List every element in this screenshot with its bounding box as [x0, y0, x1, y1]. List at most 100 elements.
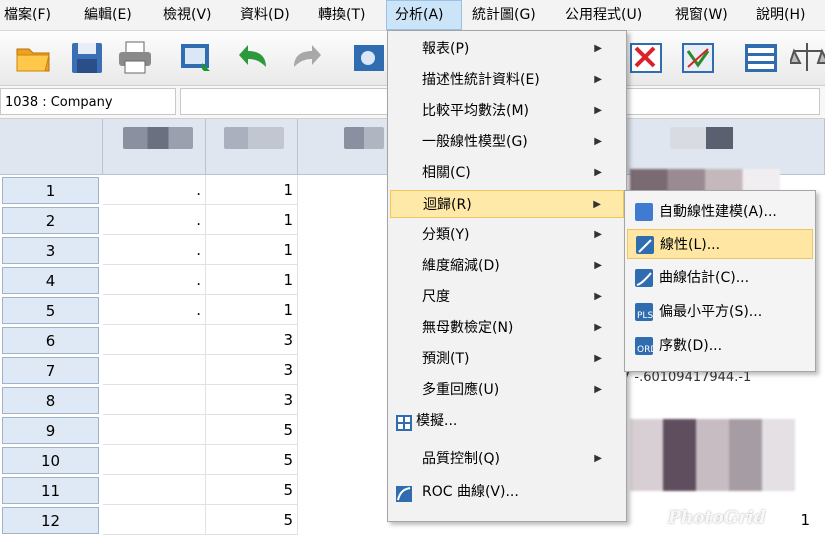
table-cell[interactable]: . [103, 205, 206, 235]
menu-graphs[interactable]: 統計圖(G) [472, 0, 536, 30]
menu-item-descriptive-statistics[interactable]: 描述性統計資料(E) ▶ [390, 66, 624, 94]
table-cell[interactable] [103, 475, 206, 505]
regression-submenu: 自動線性建模(A)... 線性(L)... 曲線估計(C)... PLS 偏最小… [624, 190, 816, 372]
row-header[interactable]: 2 [2, 207, 99, 234]
table-cell[interactable]: . [103, 175, 206, 205]
table-cell[interactable]: . [103, 235, 206, 265]
chevron-right-icon: ▶ [594, 74, 602, 85]
menu-view[interactable]: 檢視(V) [163, 0, 212, 30]
menu-item-simulation[interactable]: 模擬... [390, 407, 624, 435]
open-folder-icon[interactable] [14, 39, 52, 77]
table-cell[interactable] [103, 325, 206, 355]
menu-edit[interactable]: 編輯(E) [84, 0, 132, 30]
table-cell[interactable]: 5 [206, 475, 298, 505]
menu-item-reports[interactable]: 報表(P) ▶ [390, 35, 624, 63]
value-labels-icon[interactable] [742, 39, 780, 77]
table-cell[interactable] [103, 445, 206, 475]
table-cell[interactable]: 1 [206, 235, 298, 265]
undo-icon[interactable] [236, 39, 274, 77]
row-header[interactable]: 5 [2, 297, 99, 324]
table-cell[interactable]: 1 [206, 175, 298, 205]
recall-dialog-icon[interactable] [178, 39, 216, 77]
menu-item-roc-curve[interactable]: ROC 曲線(V)... [390, 478, 624, 506]
row-header[interactable]: 7 [2, 357, 99, 384]
chevron-right-icon: ▶ [594, 105, 602, 116]
grid-corner[interactable] [0, 119, 103, 175]
split-file-icon[interactable] [628, 39, 666, 77]
chevron-right-icon: ▶ [594, 453, 602, 464]
row-header[interactable]: 9 [2, 417, 99, 444]
chevron-right-icon: ▶ [593, 199, 601, 210]
column-header[interactable] [103, 119, 206, 175]
table-cell[interactable]: 5 [206, 445, 298, 475]
menu-item-automatic-linear-modeling[interactable]: 自動線性建模(A)... [627, 197, 813, 227]
table-cell[interactable]: 1 [206, 265, 298, 295]
auto-linear-icon [635, 203, 653, 221]
menu-item-curve-estimation[interactable]: 曲線估計(C)... [627, 263, 813, 293]
menu-item-correlate[interactable]: 相關(C) ▶ [390, 159, 624, 187]
chevron-right-icon: ▶ [594, 43, 602, 54]
chevron-right-icon: ▶ [594, 260, 602, 271]
blurred-header-text [224, 127, 284, 149]
ordinal-regression-icon: ORD [635, 337, 657, 355]
table-cell[interactable]: 5 [206, 415, 298, 445]
table-cell[interactable] [103, 415, 206, 445]
curve-estimation-icon [635, 269, 653, 287]
column-header[interactable] [620, 119, 825, 175]
table-cell[interactable]: 3 [206, 385, 298, 415]
chevron-right-icon: ▶ [594, 167, 602, 178]
scale-icon[interactable] [788, 39, 825, 77]
column-header[interactable] [206, 119, 298, 175]
table-cell[interactable]: 1 [206, 295, 298, 325]
table-cell[interactable]: 3 [206, 325, 298, 355]
row-header[interactable]: 11 [2, 477, 99, 504]
save-icon[interactable] [68, 39, 106, 77]
menu-transform[interactable]: 轉換(T) [318, 0, 365, 30]
table-cell[interactable]: 3 [206, 355, 298, 385]
column-header[interactable] [298, 119, 390, 175]
row-header[interactable]: 10 [2, 447, 99, 474]
linear-regression-icon [636, 236, 654, 254]
menu-item-partial-least-squares[interactable]: PLS 偏最小平方(S)... [627, 297, 813, 327]
menu-item-dimension-reduction[interactable]: 維度縮減(D) ▶ [390, 252, 624, 280]
menu-analyze[interactable]: 分析(A) [386, 0, 462, 30]
row-header[interactable]: 3 [2, 237, 99, 264]
menu-item-compare-means[interactable]: 比較平均數法(M) ▶ [390, 97, 624, 125]
menu-item-general-linear-model[interactable]: 一般線性模型(G) ▶ [390, 128, 624, 156]
menu-item-linear[interactable]: 線性(L)... [627, 229, 813, 259]
goto-case-icon[interactable] [350, 39, 384, 77]
table-cell[interactable] [103, 505, 206, 535]
menu-item-forecasting[interactable]: 預測(T) ▶ [390, 345, 624, 373]
menu-item-multiple-response[interactable]: 多重回應(U) ▶ [390, 376, 624, 404]
table-cell[interactable]: 1 [206, 205, 298, 235]
table-cell[interactable]: 5 [206, 505, 298, 535]
chevron-right-icon: ▶ [594, 291, 602, 302]
print-icon[interactable] [116, 39, 154, 77]
redo-icon[interactable] [288, 39, 326, 77]
menu-help[interactable]: 說明(H) [756, 0, 805, 30]
row-header[interactable]: 6 [2, 327, 99, 354]
menu-item-classify[interactable]: 分類(Y) ▶ [390, 221, 624, 249]
cell-reference[interactable]: 1038 : Company [0, 88, 176, 115]
row-header[interactable]: 8 [2, 387, 99, 414]
menu-utilities[interactable]: 公用程式(U) [565, 0, 642, 30]
table-cell[interactable]: . [103, 295, 206, 325]
table-cell[interactable] [103, 355, 206, 385]
menu-file[interactable]: 檔案(F) [4, 0, 51, 30]
table-cell[interactable]: . [103, 265, 206, 295]
table-cell[interactable] [103, 385, 206, 415]
menu-window[interactable]: 視窗(W) [675, 0, 728, 30]
chevron-right-icon: ▶ [594, 353, 602, 364]
table-cell[interactable]: 1 [770, 505, 810, 535]
menu-item-regression[interactable]: 迴歸(R) ▶ [390, 190, 624, 218]
row-header[interactable]: 1 [2, 177, 99, 204]
row-header[interactable]: 12 [2, 507, 99, 534]
menu-item-quality-control[interactable]: 品質控制(Q) ▶ [390, 445, 624, 473]
menu-data[interactable]: 資料(D) [240, 0, 290, 30]
watermark: PhotoGrid [668, 508, 766, 528]
menu-item-scale[interactable]: 尺度 ▶ [390, 283, 624, 311]
row-header[interactable]: 4 [2, 267, 99, 294]
menu-item-ordinal[interactable]: ORD 序數(D)... [627, 331, 813, 361]
weight-cases-icon[interactable] [680, 39, 718, 77]
menu-item-nonparametric-tests[interactable]: 無母數檢定(N) ▶ [390, 314, 624, 342]
